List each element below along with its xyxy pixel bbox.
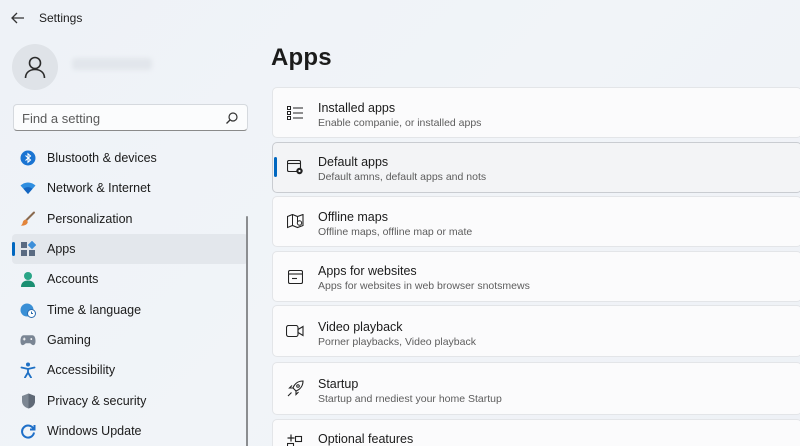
accessibility-icon	[20, 362, 36, 379]
wifi-icon	[20, 180, 36, 196]
shield-icon	[20, 393, 36, 409]
sidebar-item-label: Time & language	[47, 302, 142, 317]
card-startup[interactable]: Startup Startup and rnediest your home S…	[272, 362, 800, 415]
accounts-icon	[20, 271, 36, 288]
sidebar: Blustooth & devices Network & Internet P…	[0, 36, 258, 446]
sidebar-item-label: Windows Update	[47, 423, 142, 438]
card-apps-for-websites[interactable]: Apps for websites Apps for websites in w…	[272, 251, 800, 302]
sidebar-item-network[interactable]: Network & Internet	[12, 173, 248, 203]
sidebar-item-label: Accessibility	[47, 363, 116, 378]
sidebar-item-label: Blustooth & devices	[47, 151, 157, 166]
bluetooth-icon	[20, 150, 36, 166]
sidebar-item-label: Privacy & security	[47, 393, 147, 408]
sidebar-item-apps[interactable]: Apps	[12, 233, 248, 265]
card-subtitle: Enable companie, or installed apps	[318, 117, 482, 129]
card-subtitle: Porner playbacks, Video playback	[318, 336, 476, 348]
sidebar-item-accounts[interactable]: Accounts	[12, 264, 248, 294]
sidebar-item-gaming[interactable]: Gaming	[12, 325, 248, 355]
card-subtitle: Offline maps, offline map or mate	[318, 226, 473, 238]
sidebar-item-personalization[interactable]: Personalization	[12, 204, 248, 234]
brush-icon	[20, 211, 36, 227]
map-icon	[286, 213, 304, 231]
card-title: Startup	[318, 377, 359, 391]
web-window-icon	[286, 268, 304, 286]
sidebar-item-time-language[interactable]: Time & language	[12, 294, 248, 324]
list-icon	[286, 104, 304, 122]
back-button[interactable]	[8, 8, 28, 28]
card-subtitle: Default amns, default apps and nots	[318, 171, 487, 183]
arrow-left-icon	[11, 12, 24, 24]
search-icon[interactable]	[225, 111, 239, 125]
card-title: Apps for websites	[318, 264, 417, 278]
card-title: Optional features	[318, 432, 414, 446]
card-default-apps[interactable]: Default apps Default amns, default apps …	[272, 142, 800, 193]
user-profile[interactable]	[12, 44, 252, 90]
card-subtitle: Apps for websites in web browser snotsme…	[318, 280, 530, 292]
selection-indicator	[12, 241, 15, 256]
sidebar-item-label: Network & Internet	[47, 181, 151, 196]
sidebar-item-label: Gaming	[47, 332, 91, 347]
add-feature-icon	[286, 433, 304, 446]
card-optional-features[interactable]: Optional features	[272, 419, 800, 446]
sidebar-item-windows-update[interactable]: Windows Update	[12, 416, 248, 446]
gamepad-icon	[20, 332, 36, 348]
globe-clock-icon	[20, 302, 36, 318]
video-icon	[286, 322, 304, 340]
search-box[interactable]	[13, 104, 248, 131]
title-bar: Settings	[0, 0, 800, 36]
rocket-icon	[286, 380, 304, 398]
apps-icon	[20, 241, 36, 257]
person-icon	[24, 56, 46, 79]
sidebar-item-label: Accounts	[47, 272, 99, 287]
sidebar-item-accessibility[interactable]: Accessibility	[12, 355, 248, 385]
sidebar-item-label: Personalization	[47, 211, 133, 226]
card-title: Installed apps	[318, 101, 396, 115]
card-offline-maps[interactable]: Offline maps Offline maps, offline map o…	[272, 196, 800, 247]
card-title: Offline maps	[318, 210, 388, 224]
sidebar-item-bluetooth[interactable]: Blustooth & devices	[12, 143, 248, 173]
selection-indicator	[274, 157, 277, 177]
card-subtitle: Startup and rnediest your home Startup	[318, 393, 502, 405]
sidebar-item-label: Apps	[47, 242, 76, 257]
search-input[interactable]	[22, 108, 222, 128]
app-title: Settings	[39, 11, 83, 25]
card-title: Video playback	[318, 320, 403, 334]
card-video-playback[interactable]: Video playback Porner playbacks, Video p…	[272, 305, 800, 357]
page-title: Apps	[271, 44, 332, 71]
default-apps-icon	[286, 159, 304, 177]
card-installed-apps[interactable]: Installed apps Enable companie, or insta…	[272, 87, 800, 138]
sidebar-scrollbar[interactable]	[246, 216, 248, 446]
avatar	[12, 44, 58, 90]
sidebar-nav: Blustooth & devices Network & Internet P…	[12, 143, 248, 446]
update-icon	[20, 423, 36, 439]
sidebar-item-privacy-security[interactable]: Privacy & security	[12, 385, 248, 415]
user-name-blurred	[72, 58, 152, 70]
card-title: Default apps	[318, 155, 389, 169]
